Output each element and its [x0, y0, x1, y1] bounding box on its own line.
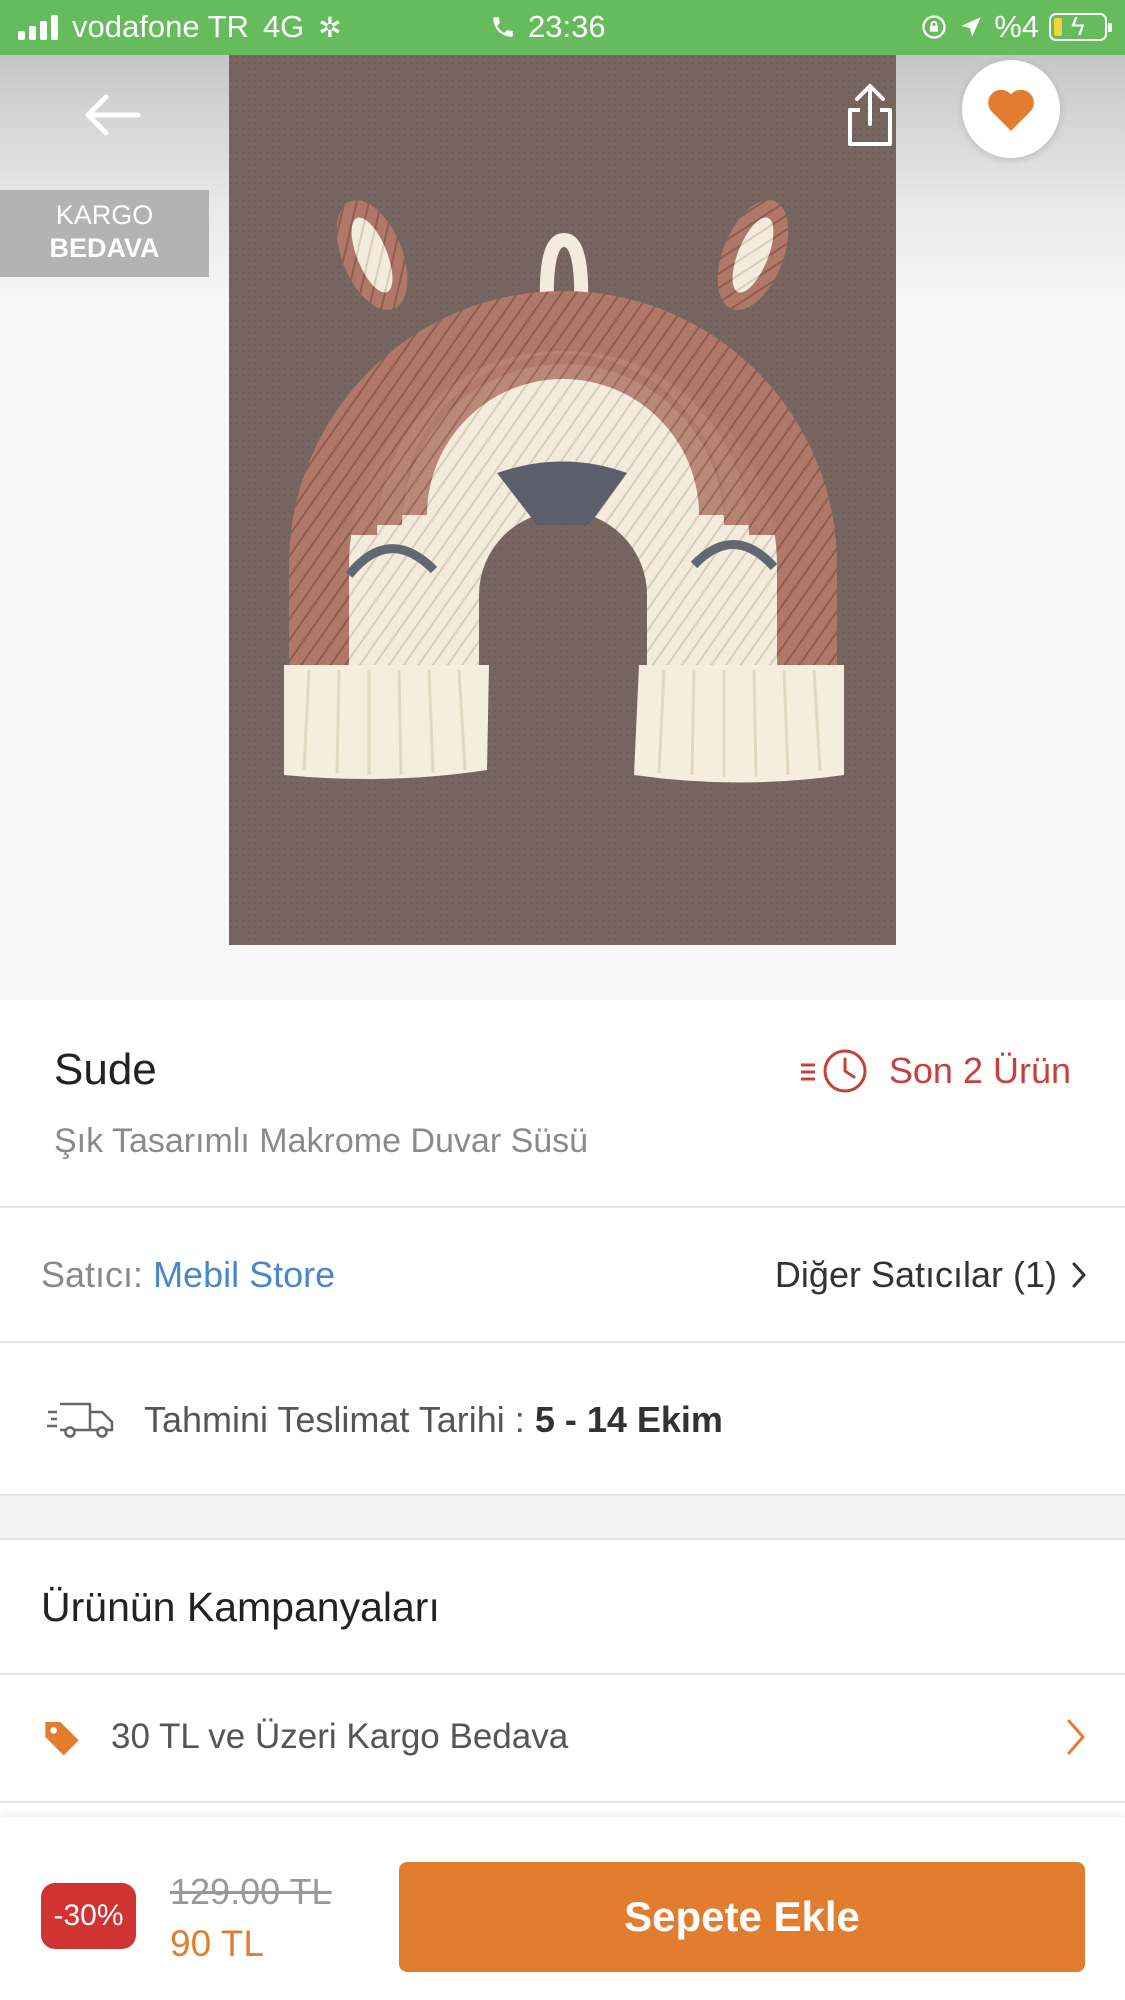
network-type: 4G — [262, 9, 305, 44]
product-gallery[interactable]: KARGO BEDAVA — [0, 55, 1125, 1000]
product-title: Şık Tasarımlı Makrome Duvar Süsü — [54, 1122, 589, 1160]
clock-time: 23:36 — [528, 9, 606, 44]
battery-percent: %4 — [994, 9, 1039, 44]
macrame-rainbow-image — [229, 55, 896, 945]
seller-link[interactable]: Mebil Store — [153, 1254, 335, 1295]
campaigns-section: Ürünün Kampanyaları — [0, 1540, 1125, 1675]
delivery-text: Tahmini Teslimat Tarihi : 5 - 14 Ekim — [144, 1399, 723, 1441]
battery-icon: ϟ — [1049, 11, 1112, 41]
seller-label-text: Satıcı: — [41, 1254, 144, 1295]
share-icon — [848, 84, 892, 146]
current-price: 90 TL — [170, 1923, 264, 1964]
campaign-text: 30 TL ve Üzeri Kargo Bedava — [111, 1717, 569, 1756]
status-left: vodafone TR 4G ✲ — [18, 9, 342, 45]
delivery-estimate: Tahmini Teslimat Tarihi : 5 - 14 Ekim — [0, 1343, 1125, 1496]
signal-icon — [18, 14, 58, 40]
favorite-button[interactable] — [962, 60, 1060, 158]
other-sellers-link[interactable]: Diğer Satıcılar (1) — [775, 1254, 1087, 1296]
status-center: 23:36 — [490, 9, 606, 45]
phone-call-icon — [493, 17, 513, 37]
old-price: 129.00 TL — [170, 1871, 332, 1912]
carrier-name: vodafone TR — [72, 9, 249, 44]
chevron-right-icon — [1072, 1262, 1086, 1288]
section-divider — [0, 1496, 1125, 1540]
activity-spinner-icon: ✲ — [318, 11, 342, 43]
campaign-item[interactable]: 30 TL ve Üzeri Kargo Bedava — [0, 1675, 1125, 1803]
arrow-left-icon — [85, 94, 141, 136]
rotation-lock-icon — [922, 15, 946, 39]
free-shipping-badge: KARGO BEDAVA — [0, 190, 209, 277]
add-to-cart-button[interactable]: Sepete Ekle — [399, 1862, 1085, 1972]
stock-warning: Son 2 Ürün — [799, 1048, 1071, 1094]
delivery-dates: 5 - 14 Ekim — [534, 1399, 723, 1440]
chevron-right-icon — [1067, 1719, 1085, 1755]
delivery-label: Tahmini Teslimat Tarihi : — [144, 1399, 525, 1440]
product-info: Sude Şık Tasarımlı Makrome Duvar Süsü So… — [0, 1000, 1125, 1208]
seller-row: Satıcı: Mebil Store Diğer Satıcılar (1) — [0, 1208, 1125, 1343]
purchase-bar: -30% 129.00 TL 90 TL Sepete Ekle — [0, 1817, 1125, 2000]
badge-line-1: KARGO — [55, 200, 154, 230]
discount-badge: -30% — [41, 1883, 136, 1949]
product-brand[interactable]: Sude — [54, 1045, 157, 1095]
stock-text: Son 2 Ürün — [888, 1050, 1071, 1091]
back-button[interactable] — [78, 90, 148, 140]
other-sellers-text: Diğer Satıcılar (1) — [774, 1254, 1057, 1295]
status-right: %4 ϟ — [920, 9, 1112, 45]
location-arrow-icon — [961, 17, 981, 37]
seller-label: Satıcı: Mebil Store — [41, 1254, 335, 1296]
badge-line-2: BEDAVA — [49, 233, 160, 263]
product-image[interactable] — [229, 55, 896, 945]
share-button[interactable] — [840, 80, 900, 150]
limited-stock-clock-icon — [800, 1049, 867, 1093]
campaigns-heading: Ürünün Kampanyaları — [41, 1584, 440, 1630]
heart-icon — [988, 89, 1034, 131]
delivery-truck-icon — [47, 1402, 114, 1438]
price-tag-icon — [45, 1722, 79, 1756]
status-bar: vodafone TR 4G ✲ 23:36 %4 ϟ — [0, 0, 1125, 55]
